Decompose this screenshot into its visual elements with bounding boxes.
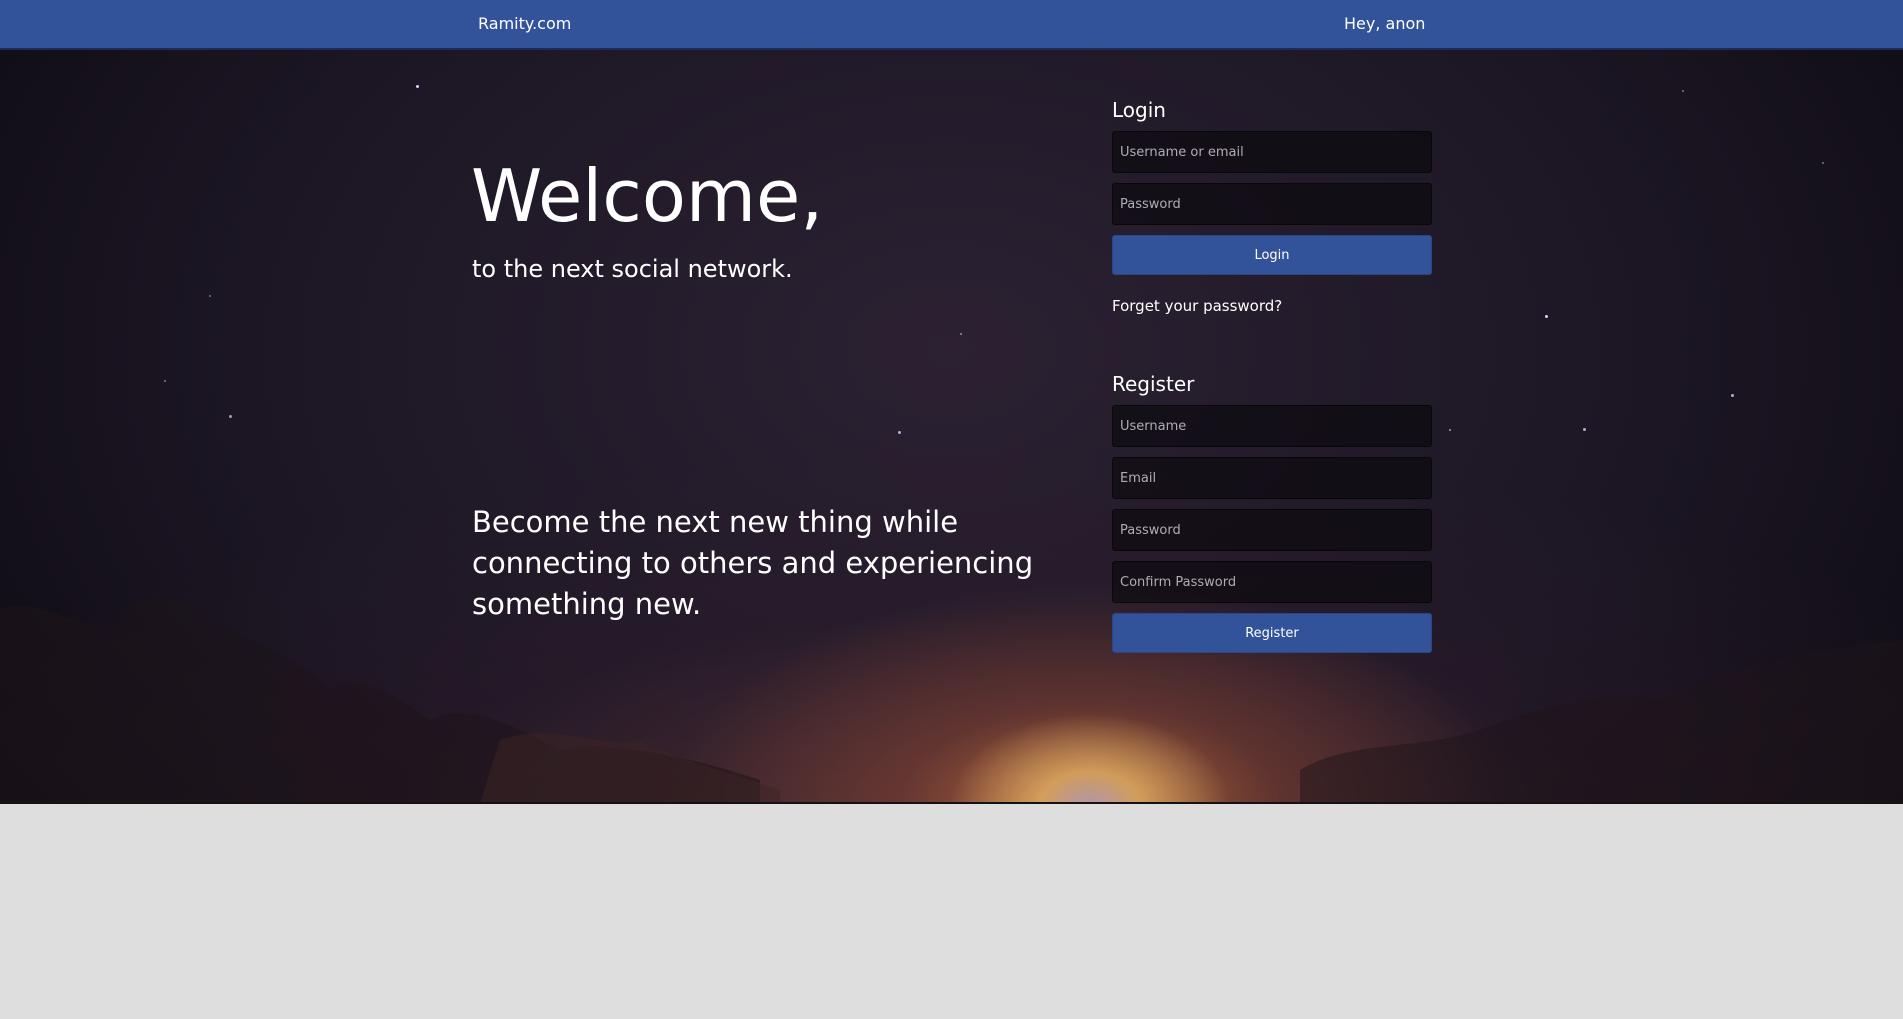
cloud-silhouettes xyxy=(0,595,1903,802)
welcome-heading: Welcome, xyxy=(471,154,824,238)
star xyxy=(209,295,211,297)
star xyxy=(1822,162,1824,164)
user-greeting[interactable]: Hey, anon xyxy=(1344,14,1425,33)
brand-link[interactable]: Ramity.com xyxy=(478,14,571,33)
star xyxy=(416,85,419,88)
star xyxy=(960,333,962,335)
star xyxy=(1449,429,1451,431)
register-form: Register Register xyxy=(1112,372,1432,653)
forgot-password-link[interactable]: Forget your password? xyxy=(1112,297,1432,315)
star xyxy=(1682,90,1684,92)
star xyxy=(1731,394,1734,397)
star xyxy=(1583,428,1586,431)
top-navbar: Ramity.com Hey, anon xyxy=(0,0,1903,50)
hero-section: Welcome, to the next social network. Bec… xyxy=(0,50,1903,804)
login-button[interactable]: Login xyxy=(1112,235,1432,275)
login-form: Login Login Forget your password? xyxy=(1112,98,1432,315)
login-password-input[interactable] xyxy=(1112,183,1432,225)
login-username-input[interactable] xyxy=(1112,131,1432,173)
star xyxy=(1545,315,1548,318)
register-confirm-password-input[interactable] xyxy=(1112,561,1432,603)
welcome-subheading: to the next social network. xyxy=(472,255,793,283)
register-password-input[interactable] xyxy=(1112,509,1432,551)
register-email-input[interactable] xyxy=(1112,457,1432,499)
register-heading: Register xyxy=(1112,372,1195,396)
login-heading: Login xyxy=(1112,98,1166,122)
star xyxy=(164,380,166,382)
hero-tagline: Become the next new thing while connecti… xyxy=(472,505,1034,621)
register-username-input[interactable] xyxy=(1112,405,1432,447)
register-button[interactable]: Register xyxy=(1112,613,1432,653)
star xyxy=(229,415,232,418)
star xyxy=(898,431,901,434)
